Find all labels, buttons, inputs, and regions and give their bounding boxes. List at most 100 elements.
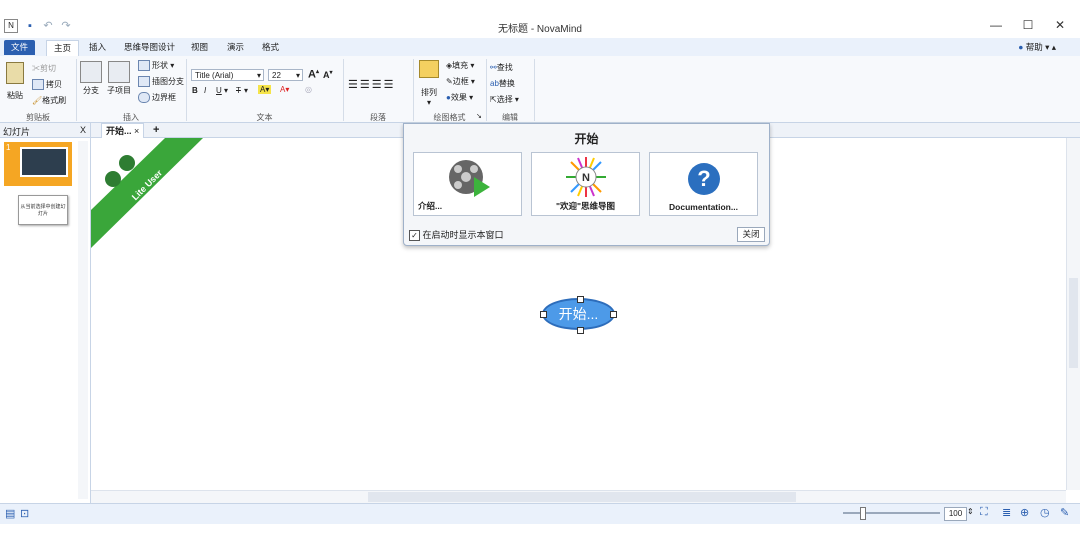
strikethrough-dropdown[interactable]: ▾ xyxy=(244,86,248,95)
document-tab-close-button[interactable]: × xyxy=(134,126,139,136)
border-button[interactable]: ✎边框 ▾ xyxy=(446,76,475,87)
vertical-scrollbar[interactable] xyxy=(1066,138,1080,490)
documentation-card-label: Documentation... xyxy=(669,202,738,212)
map-branch-label: 插图分支 xyxy=(152,77,184,86)
minimize-button[interactable]: — xyxy=(982,18,1010,34)
clear-format-icon[interactable]: ◎ xyxy=(305,85,312,94)
maximize-button[interactable]: ☐ xyxy=(1014,18,1042,34)
checkbox-checked-icon: ✓ xyxy=(409,230,420,241)
zoom-slider-thumb[interactable] xyxy=(860,507,866,520)
show-on-startup-checkbox[interactable]: ✓ 在启动时显示本窗口 xyxy=(409,228,504,241)
welcome-mindmap-card[interactable]: N "欢迎"思维导图 xyxy=(531,152,640,216)
fill-button[interactable]: ◈填充 ▾ xyxy=(446,60,474,71)
start-dialog: 开始 介绍... N "欢迎"思维导图 ? Documentation... ✓… xyxy=(403,123,770,246)
font-family-select[interactable]: Title (Arial) ▾ xyxy=(191,69,264,81)
boundary-button[interactable]: 边界框 xyxy=(138,92,176,104)
layout-icon[interactable]: ≣ xyxy=(1002,506,1011,519)
slide-preview xyxy=(20,147,68,177)
fit-to-window-icon[interactable]: ⛶ xyxy=(980,506,988,519)
slides-panel-close-button[interactable]: X xyxy=(80,125,86,135)
dialog-launcher-icon[interactable]: ↘ xyxy=(476,112,482,120)
selection-handle[interactable] xyxy=(540,311,547,318)
tab-view[interactable]: 视图 xyxy=(184,40,215,55)
map-view-icon[interactable]: ⊕ xyxy=(1020,506,1029,519)
grow-font-button[interactable]: A▴ xyxy=(308,68,319,81)
selection-handle[interactable] xyxy=(577,296,584,303)
svg-text:N: N xyxy=(582,172,590,184)
binoculars-icon: ⚯ xyxy=(490,63,497,72)
tab-format[interactable]: 格式 xyxy=(255,40,286,55)
tab-present[interactable]: 演示 xyxy=(220,40,251,55)
replace-button[interactable]: ab替换 xyxy=(490,78,515,89)
effect-label: 效果 xyxy=(450,93,467,102)
tab-mindmap-design[interactable]: 思维导图设计 xyxy=(117,40,182,55)
font-family-value: Title (Arial) xyxy=(195,71,234,80)
boundary-label: 边界框 xyxy=(152,93,176,102)
paste-button[interactable]: 粘贴 xyxy=(4,62,26,101)
central-topic[interactable]: 开始... xyxy=(540,296,617,334)
outline-view-icon[interactable]: ▤ xyxy=(5,507,15,520)
notes-icon[interactable]: ✎ xyxy=(1060,506,1069,519)
highlight-button[interactable]: A▾ xyxy=(258,85,272,94)
font-size-select[interactable]: 22 ▾ xyxy=(268,69,303,81)
selection-handle[interactable] xyxy=(610,311,617,318)
highlight-icon: A xyxy=(260,85,266,94)
close-window-button[interactable]: ✕ xyxy=(1046,18,1074,34)
copy-icon xyxy=(32,79,44,91)
select-button[interactable]: ⇱选择 ▾ xyxy=(490,94,519,105)
shape-icon xyxy=(138,60,150,72)
slide-thumbnail-1[interactable]: 1 xyxy=(4,142,72,186)
shrink-font-button[interactable]: A▾ xyxy=(323,69,333,80)
zoom-slider[interactable] xyxy=(843,512,940,514)
slides-panel-header: 幻灯片 X xyxy=(0,123,90,138)
subitem-button[interactable]: 子项目 xyxy=(106,61,132,96)
paragraph-group-label: 段落 xyxy=(370,113,386,122)
help-menu[interactable]: ● 帮助 ▾ ▴ xyxy=(1018,41,1056,53)
chevron-down-icon: ▾ xyxy=(426,98,431,107)
replace-label: 替换 xyxy=(498,79,515,88)
strikethrough-button[interactable]: T xyxy=(236,86,241,95)
tab-home[interactable]: 主页 xyxy=(46,40,80,56)
novamind-logo-icon: N xyxy=(566,157,606,197)
effect-button[interactable]: ●效果 ▾ xyxy=(446,92,473,103)
tab-insert[interactable]: 插入 xyxy=(82,40,113,55)
align-left-icon[interactable]: ☰ xyxy=(348,79,360,91)
intro-card[interactable]: 介绍... xyxy=(413,152,522,216)
bold-button[interactable]: B xyxy=(192,86,198,95)
underline-button[interactable]: U xyxy=(216,86,222,95)
slides-scrollbar[interactable] xyxy=(78,141,88,499)
slide-thumbnail-2[interactable]: 从当前选择中创建幻灯片 xyxy=(18,195,68,225)
shape-button[interactable]: 形状 ▾ xyxy=(138,60,174,72)
slide-view-icon[interactable]: ⊡ xyxy=(20,507,29,520)
format-painter-button[interactable]: 🖌格式刷 xyxy=(32,95,66,106)
horizontal-scrollbar[interactable] xyxy=(91,490,1066,503)
font-color-button[interactable]: A▾ xyxy=(280,85,289,94)
vertical-scrollbar-thumb[interactable] xyxy=(1069,278,1078,368)
branch-label: 分支 xyxy=(83,86,99,95)
new-tab-button[interactable]: + xyxy=(153,123,159,137)
tab-file[interactable]: 文件 xyxy=(4,40,36,55)
welcome-mindmap-card-label: "欢迎"思维导图 xyxy=(555,201,616,211)
align-right-icon[interactable]: ☰ xyxy=(372,79,384,91)
documentation-card[interactable]: ? Documentation... xyxy=(649,152,758,216)
zoom-stepper-icon[interactable]: ⇕ xyxy=(967,507,974,516)
copy-button[interactable]: 拷贝 xyxy=(32,79,62,91)
close-dialog-button[interactable]: 关闭 xyxy=(737,227,765,242)
underline-dropdown[interactable]: ▾ xyxy=(224,86,228,95)
font-size-value: 22 xyxy=(272,71,281,80)
align-center-icon[interactable]: ☰ xyxy=(360,79,372,91)
find-button[interactable]: ⚯查找 xyxy=(490,62,513,73)
document-tab[interactable]: 开始... × xyxy=(101,123,145,138)
ribbon-separator xyxy=(534,59,535,121)
paragraph-align-buttons[interactable]: ☰☰☰☰ xyxy=(348,78,396,91)
horizontal-scrollbar-thumb[interactable] xyxy=(368,492,796,502)
branch-button[interactable]: 分支 xyxy=(80,61,102,96)
justify-icon[interactable]: ☰ xyxy=(384,79,396,91)
selection-handle[interactable] xyxy=(577,327,584,334)
zoom-value-field[interactable]: 100 xyxy=(944,507,967,521)
timer-icon[interactable]: ◷ xyxy=(1040,506,1050,519)
italic-button[interactable]: I xyxy=(204,86,206,95)
arrange-button[interactable]: 排列 ▾ xyxy=(417,60,441,107)
cut-button[interactable]: ✂剪切 xyxy=(32,63,56,74)
map-branch-button[interactable]: 插图分支 xyxy=(138,76,184,88)
